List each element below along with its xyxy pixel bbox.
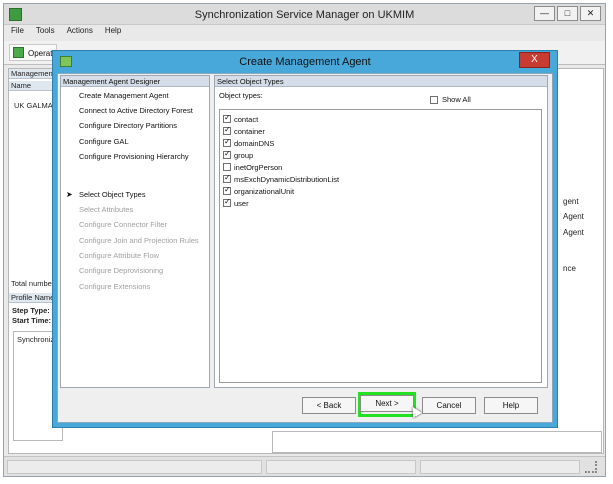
step-select-object-types[interactable]: Select Object Types xyxy=(79,190,146,199)
help-button[interactable]: Help xyxy=(484,397,538,414)
step-configure-join-projection: Configure Join and Projection Rules xyxy=(79,236,199,245)
object-type-item[interactable]: user xyxy=(220,197,541,209)
step-configure-attribute-flow: Configure Attribute Flow xyxy=(79,251,160,260)
right-fragment-2: Agent xyxy=(563,212,584,221)
step-configure-gal[interactable]: Configure GAL xyxy=(79,137,129,146)
object-type-item[interactable]: inetOrgPerson xyxy=(220,161,541,173)
object-type-item[interactable]: contact xyxy=(220,113,541,125)
object-types-label: Object types: xyxy=(219,91,263,100)
maximize-button[interactable]: □ xyxy=(557,6,578,21)
menu-actions[interactable]: Actions xyxy=(67,26,93,40)
statusbar xyxy=(4,456,605,476)
step-type-label: Step Type: xyxy=(12,306,50,315)
current-step-arrow-icon: ➤ xyxy=(66,190,73,199)
create-ma-dialog: Create Management Agent X Management Age… xyxy=(52,50,558,428)
object-type-item[interactable]: organizationalUnit xyxy=(220,185,541,197)
step-connect-ad-forest[interactable]: Connect to Active Directory Forest xyxy=(79,106,193,115)
show-all-label: Show All xyxy=(442,95,471,104)
status-section-2 xyxy=(266,460,416,474)
object-type-label: organizationalUnit xyxy=(234,186,295,196)
step-configure-deprovisioning: Configure Deprovisioning xyxy=(79,266,164,275)
object-type-checkbox[interactable] xyxy=(223,197,231,207)
menu-help[interactable]: Help xyxy=(105,26,121,40)
object-type-item[interactable]: msExchDynamicDistributionList xyxy=(220,173,541,185)
select-object-types-panel: Select Object Types Object types: Show A… xyxy=(214,75,548,388)
object-type-label: user xyxy=(234,198,249,208)
status-section-1 xyxy=(7,460,262,474)
operations-icon xyxy=(13,47,24,58)
menubar: File Tools Actions Help xyxy=(4,26,605,40)
operations-label: Operat xyxy=(28,49,53,58)
total-number-label: Total number xyxy=(11,279,55,288)
main-window-title: Synchronization Service Manager on UKMIM xyxy=(194,9,415,21)
step-configure-provisioning-hierarchy[interactable]: Configure Provisioning Hierarchy xyxy=(79,152,189,161)
object-type-label: contact xyxy=(234,114,259,124)
object-type-checkbox[interactable] xyxy=(223,149,231,159)
object-type-label: inetOrgPerson xyxy=(234,162,283,172)
object-type-checkbox[interactable] xyxy=(223,113,231,123)
dialog-button-row: < Back Next > Cancel Help xyxy=(58,392,552,418)
next-button[interactable]: Next > xyxy=(360,395,414,412)
ma-row-name[interactable]: UK GALMA xyxy=(14,101,53,110)
step-create-management-agent[interactable]: Create Management Agent xyxy=(79,91,169,100)
object-type-checkbox[interactable] xyxy=(223,185,231,195)
object-type-checkbox[interactable] xyxy=(223,137,231,147)
bottom-panel xyxy=(272,431,602,453)
resize-grip-icon[interactable] xyxy=(585,461,597,473)
step-configure-extensions: Configure Extensions xyxy=(79,282,151,291)
main-titlebar: Synchronization Service Manager on UKMIM… xyxy=(4,4,605,25)
step-configure-connector-filter: Configure Connector Filter xyxy=(79,220,167,229)
object-type-label: msExchDynamicDistributionList xyxy=(234,174,340,184)
object-type-item[interactable]: domainDNS xyxy=(220,137,541,149)
object-type-checkbox[interactable] xyxy=(223,163,231,171)
object-type-label: group xyxy=(234,150,254,160)
minimize-button[interactable]: — xyxy=(534,6,555,21)
cancel-button[interactable]: Cancel xyxy=(422,397,476,414)
dialog-close-button[interactable]: X xyxy=(519,52,550,68)
back-button[interactable]: < Back xyxy=(302,397,356,414)
menu-tools[interactable]: Tools xyxy=(36,26,55,40)
object-types-list[interactable]: contact container domainDNS group inetOr… xyxy=(219,109,542,383)
object-type-checkbox[interactable] xyxy=(223,125,231,135)
step-configure-directory-partitions[interactable]: Configure Directory Partitions xyxy=(79,121,177,130)
right-fragment-4: nce xyxy=(563,264,576,273)
step-select-attributes: Select Attributes xyxy=(79,205,134,214)
designer-header: Management Agent Designer xyxy=(61,76,209,87)
status-section-3 xyxy=(420,460,580,474)
start-time-label: Start Time: xyxy=(12,316,52,325)
operations-button[interactable]: Operat xyxy=(9,44,58,61)
designer-steps-panel: Management Agent Designer Create Managem… xyxy=(60,75,210,388)
show-all-checkbox[interactable]: Show All xyxy=(430,95,471,104)
menu-file[interactable]: File xyxy=(11,26,24,40)
dialog-titlebar[interactable]: Create Management Agent X xyxy=(53,51,557,73)
object-type-item[interactable]: group xyxy=(220,149,541,161)
object-type-checkbox[interactable] xyxy=(223,173,231,183)
show-all-checkbox-box[interactable] xyxy=(430,95,438,104)
sync-label: Synchroniz xyxy=(17,335,55,344)
close-main-button[interactable]: ✕ xyxy=(580,6,601,21)
object-type-label: domainDNS xyxy=(234,138,275,148)
dialog-title: Create Management Agent xyxy=(239,56,371,68)
right-fragment-3: Agent xyxy=(563,228,584,237)
right-fragment-1: gent xyxy=(563,197,579,206)
dialog-body: Management Agent Designer Create Managem… xyxy=(57,73,553,423)
select-object-types-header: Select Object Types xyxy=(215,76,547,87)
object-type-label: container xyxy=(234,126,265,136)
object-type-item[interactable]: container xyxy=(220,125,541,137)
